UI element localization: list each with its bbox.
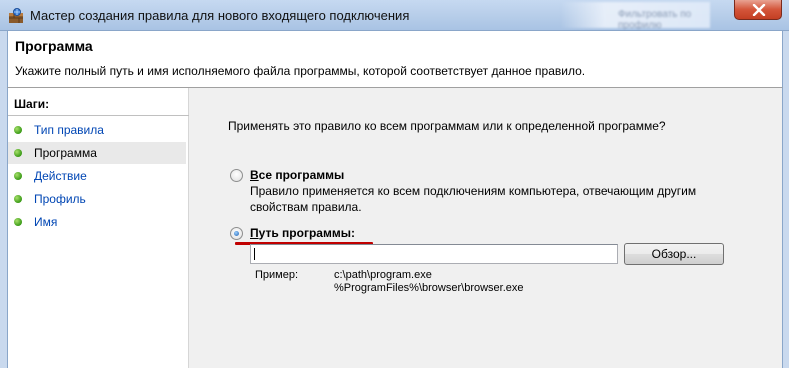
example-label: Пример: (255, 269, 299, 281)
window-title: Мастер создания правила для нового входя… (30, 8, 410, 23)
example-line: %ProgramFiles%\browser\browser.exe (334, 282, 524, 294)
background-window-blur: Фильтровать по профилю (560, 2, 710, 31)
step-status-icon (14, 218, 22, 226)
example-line: c:\path\program.exe (334, 269, 432, 281)
label-text: уть программы: (258, 226, 355, 240)
close-icon (752, 4, 766, 16)
page-title: Программа (15, 38, 93, 54)
program-path-label[interactable]: Путь программы: (250, 226, 355, 240)
all-programs-label[interactable]: Все программы (250, 168, 344, 182)
step-label: Имя (34, 215, 58, 229)
main-panel: Применять это правило ко всем программам… (189, 88, 783, 368)
all-programs-radio[interactable] (230, 169, 243, 182)
program-path-radio[interactable] (230, 227, 243, 240)
page-description: Укажите полный путь и имя исполняемого ф… (15, 64, 586, 78)
step-rule-type[interactable]: Тип правила (8, 119, 186, 141)
step-status-icon (14, 172, 22, 180)
text-caret (254, 248, 255, 260)
steps-divider (8, 115, 189, 116)
label-text: се программы (258, 168, 345, 182)
background-window-text: Фильтровать по профилю (618, 9, 692, 31)
firewall-icon (9, 8, 23, 23)
question-text: Применять это правило ко всем программам… (228, 119, 666, 133)
step-status-icon (14, 149, 22, 157)
step-label: Профиль (34, 192, 86, 206)
example-values: c:\path\program.exe %ProgramFiles%\brows… (334, 269, 524, 295)
close-button[interactable] (734, 0, 782, 20)
step-profile[interactable]: Профиль (8, 188, 186, 210)
step-program[interactable]: Программа (8, 142, 186, 164)
step-label: Тип правила (34, 123, 104, 137)
step-status-icon (14, 195, 22, 203)
step-label: Программа (34, 146, 97, 160)
steps-heading: Шаги: (14, 97, 50, 111)
step-label: Действие (34, 169, 87, 183)
steps-panel: Шаги: Тип правила Программа Действие Про… (7, 88, 189, 368)
description-line: Правило применяется ко всем подключениям… (250, 184, 697, 198)
all-programs-description: Правило применяется ко всем подключениям… (250, 183, 696, 215)
step-status-icon (14, 126, 22, 134)
wizard-header: Программа Укажите полный путь и имя испо… (7, 31, 783, 88)
program-path-input[interactable] (250, 244, 618, 264)
browse-button[interactable]: Обзор... (624, 243, 724, 265)
step-name[interactable]: Имя (8, 211, 186, 233)
hotkey-letter: П (250, 226, 259, 240)
title-bar[interactable]: Мастер создания правила для нового входя… (0, 0, 789, 31)
hotkey-letter: В (250, 168, 259, 182)
step-action[interactable]: Действие (8, 165, 186, 187)
description-line: свойствам правила. (250, 200, 362, 214)
